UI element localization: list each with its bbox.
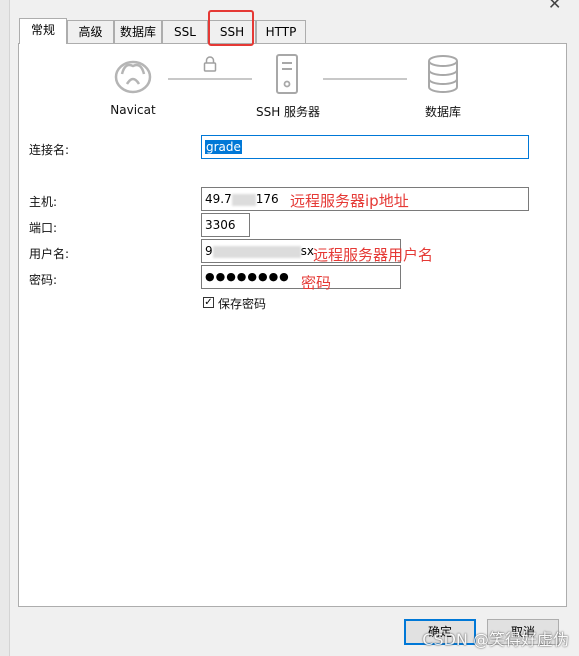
watermark: CSDN @笑得好虚伪 — [422, 630, 569, 649]
navicat-label: Navicat — [110, 103, 156, 117]
left-edge-strip — [0, 0, 10, 656]
tab-ssl[interactable]: SSL — [162, 20, 208, 43]
tab-advanced[interactable]: 高级 — [67, 20, 114, 43]
tab-general[interactable]: 常规 — [19, 18, 67, 44]
database-icon — [426, 53, 460, 95]
database-label: 数据库 — [424, 105, 461, 119]
host-annotation: 远程服务器ip地址 — [290, 192, 409, 210]
connection-name-label: 连接名: — [29, 143, 70, 157]
redacted-block — [231, 193, 256, 206]
general-panel — [18, 43, 567, 607]
host-label: 主机: — [29, 195, 58, 209]
save-password-checkbox[interactable]: ✓ — [203, 297, 214, 308]
username-value-prefix: 9 — [205, 244, 213, 258]
port-field[interactable]: 3306 — [201, 213, 250, 237]
password-label: 密码: — [29, 273, 58, 287]
ssh-tab-highlight — [208, 10, 254, 46]
tab-database[interactable]: 数据库 — [114, 20, 162, 43]
redacted-block — [212, 245, 301, 258]
connection-name-value: grade — [205, 140, 242, 154]
connector-line-left — [168, 78, 252, 80]
save-password-label: 保存密码 — [218, 297, 267, 311]
lock-icon — [203, 56, 217, 72]
ssh-server-label: SSH 服务器 — [255, 105, 321, 119]
username-label: 用户名: — [29, 247, 70, 261]
password-annotation: 密码 — [301, 274, 332, 292]
connector-line-right — [323, 78, 407, 80]
tab-http[interactable]: HTTP — [256, 20, 306, 43]
server-icon — [274, 53, 300, 95]
connection-name-field[interactable]: grade — [201, 135, 529, 159]
username-value-suffix: sx — [300, 244, 314, 258]
close-icon[interactable]: ✕ — [548, 0, 561, 13]
username-annotation: 远程服务器用户名 — [313, 246, 434, 264]
navicat-logo-icon — [112, 54, 154, 96]
host-value-prefix: 49.7 — [205, 192, 232, 206]
host-value-suffix: 176 — [255, 192, 279, 206]
port-label: 端口: — [29, 221, 58, 235]
